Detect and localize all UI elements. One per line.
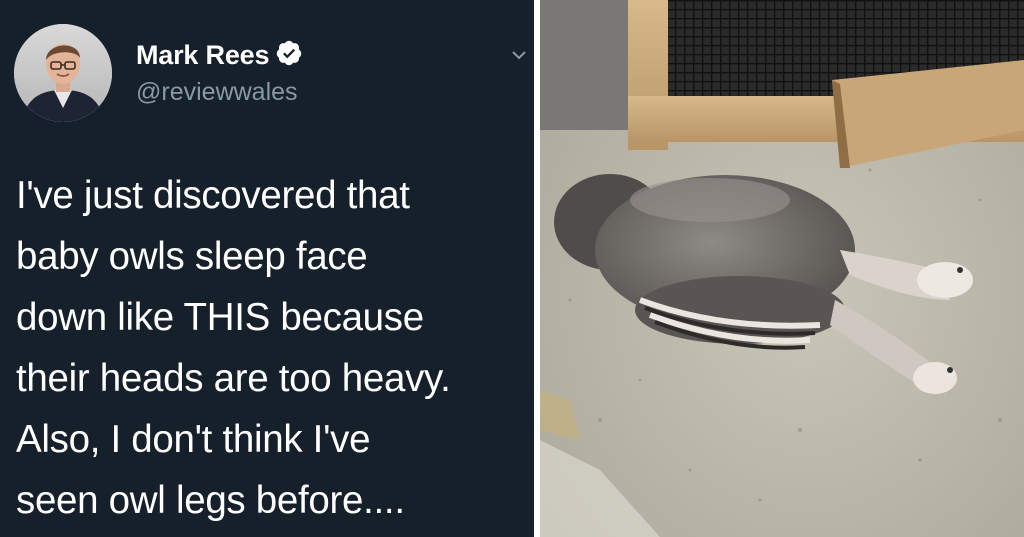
tweet-text-line: Also, I don't think I've <box>16 418 371 461</box>
avatar[interactable] <box>14 24 112 122</box>
meme-composite: Mark Rees @reviewwales I've just discove… <box>0 0 1024 537</box>
display-name[interactable]: Mark Rees <box>136 40 269 71</box>
tweet-text-line: their heads are too heavy. <box>16 357 451 400</box>
owl-photo-image <box>540 0 1024 537</box>
baby-owl-photo <box>540 0 1024 537</box>
chevron-down-icon[interactable] <box>510 46 528 64</box>
display-name-row: Mark Rees <box>136 38 303 72</box>
name-block: Mark Rees @reviewwales <box>136 38 303 107</box>
tweet-text-line: seen owl legs before.... <box>16 479 405 522</box>
tweet-text-line: down like THIS because <box>16 296 424 339</box>
verified-badge-icon <box>269 39 303 72</box>
tweet-text-line: I've just discovered that <box>16 174 410 217</box>
tweet-text: I've just discovered that baby owls slee… <box>16 165 532 531</box>
tweet-text-line: baby owls sleep face <box>16 235 368 278</box>
handle[interactable]: @reviewwales <box>136 78 303 107</box>
tweet-card: Mark Rees @reviewwales I've just discove… <box>0 0 534 537</box>
tweet-header: Mark Rees @reviewwales <box>14 24 534 124</box>
avatar-image <box>14 24 112 122</box>
